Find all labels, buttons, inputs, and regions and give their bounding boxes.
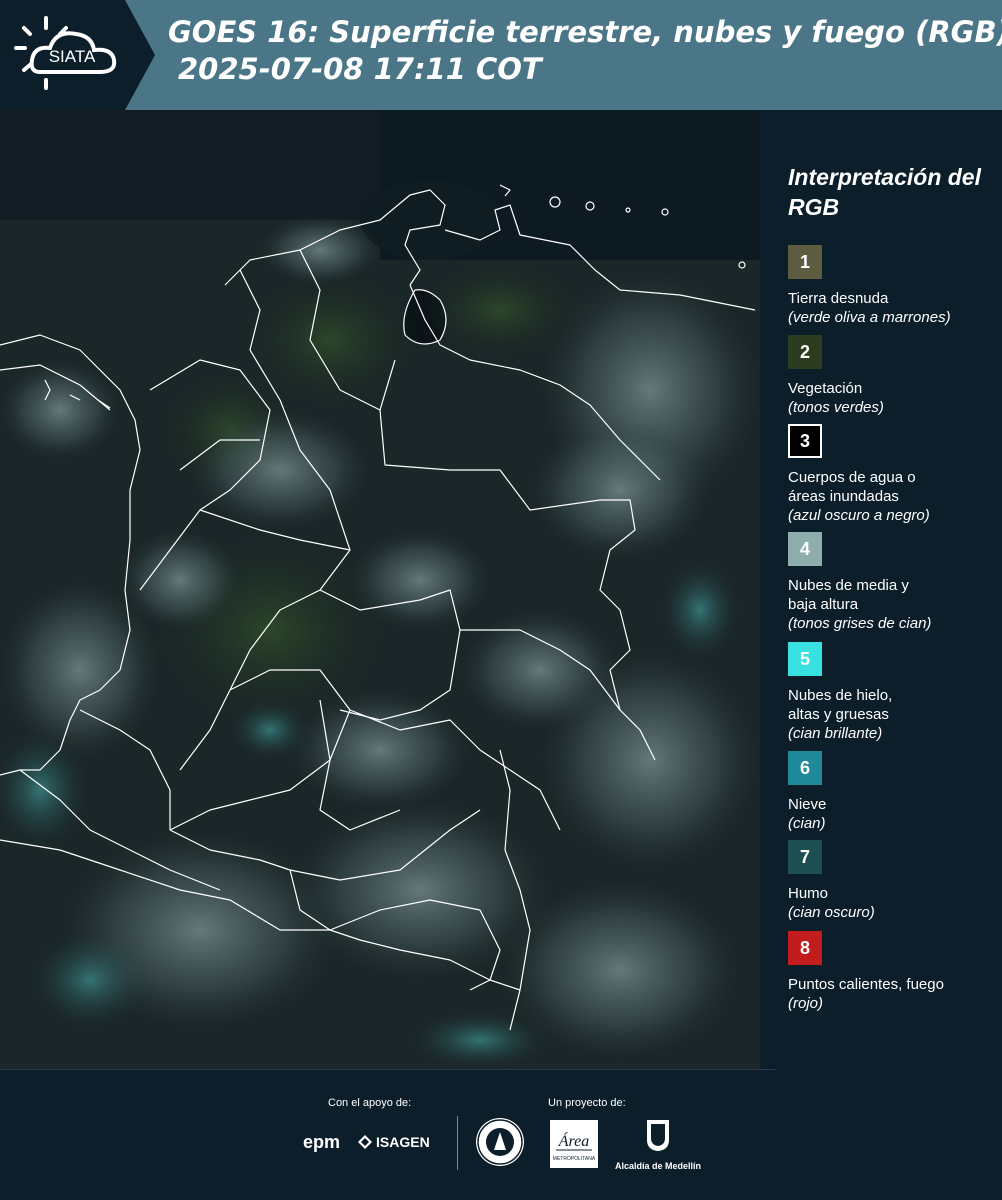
legend-label: Vegetación [788,380,863,397]
legend-sub: (tonos verdes) [788,399,884,416]
svg-text:Área: Área [558,1131,590,1150]
isagen-icon [358,1135,372,1149]
project-label: Un proyecto de: [548,1097,626,1109]
legend-label: Nieve [788,796,827,813]
legend-swatch-8: 8 [788,931,822,965]
legend-sub: (verde oliva a marrones) [788,309,951,326]
legend-item-low-clouds: 4 Nubes de media y baja altura (tonos gr… [788,532,998,633]
header-bar: SIATA GOES 16: Superficie terrestre, nub… [0,0,1002,110]
legend-sub: (cian brillante) [788,725,883,742]
legend-item-vegetation: 2 Vegetación (tonos verdes) [788,335,998,417]
alcaldia-logo: Alcaldía de Medellín [613,1118,703,1171]
svg-text:METROPOLITANA: METROPOLITANA [553,1156,596,1162]
legend-panel: Interpretación del RGB 1 Tierra desnuda … [760,110,1002,1070]
page-title: GOES 16: Superficie terrestre, nubes y f… [168,15,1002,49]
legend-swatch-2: 2 [788,335,822,369]
legend-swatch-5: 5 [788,642,822,676]
page-timestamp: 2025-07-08 17:11 COT [178,52,542,86]
legend-title: Interpretación del RGB [788,164,981,220]
legend-sub: (azul oscuro a negro) [788,507,930,524]
legend-label: Humo [788,885,829,902]
legend-swatch-6: 6 [788,751,822,785]
legend-swatch-4: 4 [788,532,822,566]
legend-sub: (cian) [788,815,826,832]
legend-swatch-7: 7 [788,840,822,874]
legend-item-fire: 8 Puntos calientes, fuego (rojo) [788,931,998,1013]
legend-label: Tierra desnuda [788,290,889,307]
legend-label: Puntos calientes, fuego [788,976,944,993]
coat-of-arms-icon [647,1120,669,1151]
svg-text:SIATA: SIATA [49,47,96,66]
isagen-logo: ISAGEN [358,1134,430,1150]
epm-logo: epm [303,1132,341,1152]
legend-sub: (tonos grises de cian) [788,615,932,632]
legend-label: Nubes de hielo, altas y gruesas [788,687,893,723]
legend-item-ice-clouds: 5 Nubes de hielo, altas y gruesas (cian … [788,642,998,743]
legend-item-water: 3 Cuerpos de agua o áreas inundadas (azu… [788,424,998,525]
legend-swatch-1: 1 [788,245,822,279]
area-metropolitana-logo: Área METROPOLITANA [550,1120,598,1168]
legend-label: Nubes de media y baja altura [788,577,909,613]
support-label: Con el apoyo de: [328,1097,412,1109]
satellite-map[interactable] [0,110,760,1070]
siata-logo: SIATA [0,0,155,110]
alcaldia-label: Alcaldía de Medellín [614,1161,702,1171]
seal-logo [476,1118,524,1166]
logos-divider [457,1116,458,1170]
legend-label: Cuerpos de agua o áreas inundadas [788,469,916,505]
footer: Con el apoyo de: Un proyecto de: epm ISA… [0,1069,1002,1200]
legend-item-bare-soil: 1 Tierra desnuda (verde oliva a marrones… [788,245,998,327]
footer-divider-line [0,1069,775,1070]
isagen-text: ISAGEN [376,1134,430,1150]
title-block: GOES 16: Superficie terrestre, nubes y f… [168,14,1002,88]
legend-item-snow: 6 Nieve (cian) [788,751,998,833]
legend-sub: (rojo) [788,995,824,1012]
legend-item-smoke: 7 Humo (cian oscuro) [788,840,998,922]
legend-sub: (cian oscuro) [788,904,875,921]
legend-swatch-3: 3 [788,424,822,458]
satellite-map-image [0,110,760,1070]
